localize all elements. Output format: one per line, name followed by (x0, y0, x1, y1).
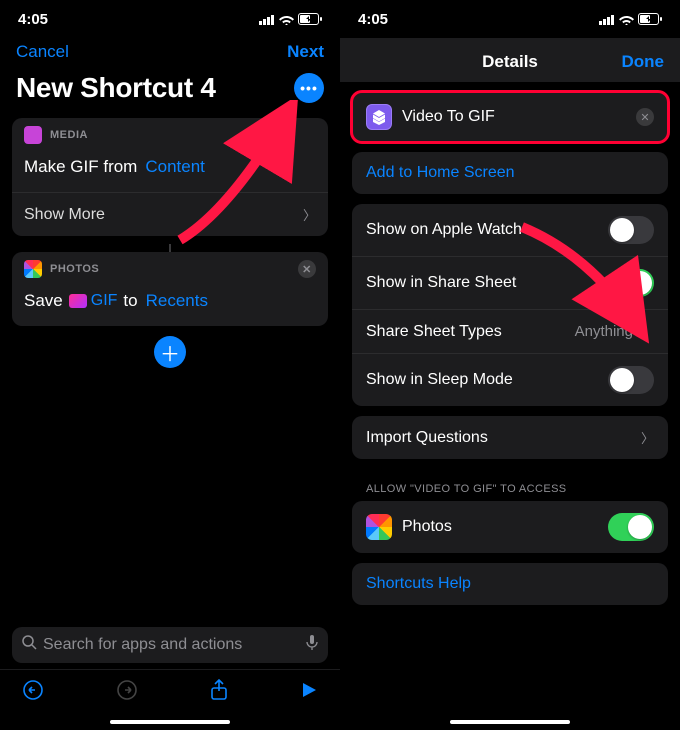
row-label: Photos (402, 518, 452, 536)
more-button[interactable]: ••• (294, 73, 324, 103)
add-to-home-screen-button[interactable]: Add to Home Screen (352, 152, 668, 194)
status-icons (259, 13, 322, 25)
share-button[interactable] (210, 679, 228, 707)
help-section: Shortcuts Help (352, 563, 668, 605)
apple-watch-row: Show on Apple Watch (352, 204, 668, 256)
share-sheet-types-row[interactable]: Share Sheet Types Anything 〉 (352, 309, 668, 353)
chevron-right-icon: 〉 (303, 205, 316, 224)
access-section: Photos (352, 501, 668, 553)
card-header: PHOTOS ✕ (12, 252, 328, 282)
gif-label: GIF (91, 292, 118, 310)
status-bar: 4:05 (0, 0, 340, 38)
editor-nav: Cancel Next (0, 38, 340, 72)
import-questions-row[interactable]: Import Questions 〉 (352, 416, 668, 459)
plus-icon: ＋ (160, 338, 180, 367)
photos-access-row: Photos (352, 501, 668, 553)
cancel-button[interactable]: Cancel (16, 42, 69, 62)
actions-list: MEDIA Make GIF from Content Show More 〉 … (0, 118, 340, 627)
home-indicator[interactable] (110, 720, 230, 724)
title-row: New Shortcut 4 ••• (0, 72, 340, 118)
search-placeholder: Search for apps and actions (43, 636, 242, 654)
sleep-mode-row: Show in Sleep Mode (352, 353, 668, 406)
status-bar: 4:05 (340, 0, 680, 38)
apple-watch-toggle[interactable] (608, 216, 654, 244)
clear-name-button[interactable]: ✕ (636, 108, 654, 126)
details-content: Video To GIF ✕ Add to Home Screen Show o… (340, 82, 680, 715)
shortcut-icon[interactable] (366, 104, 392, 130)
status-icons (599, 13, 662, 25)
gif-badge-icon (69, 294, 87, 308)
done-button[interactable]: Done (616, 52, 664, 72)
search-icon (22, 635, 37, 655)
undo-button[interactable] (22, 679, 44, 707)
share-sheet-row: Show in Share Sheet (352, 256, 668, 309)
redo-button (116, 679, 138, 707)
show-more-label: Show More (24, 206, 105, 224)
add-action-button[interactable]: ＋ (154, 336, 186, 368)
row-label: Show on Apple Watch (366, 221, 522, 239)
action-text: Make GIF from (24, 157, 137, 177)
card-category: PHOTOS (50, 263, 99, 275)
next-button[interactable]: Next (287, 42, 324, 62)
variable-token-gif[interactable]: GIF (69, 292, 118, 310)
photos-app-icon (24, 260, 42, 278)
delete-action-button[interactable]: ✕ (298, 260, 316, 278)
home-screen-section: Add to Home Screen (352, 152, 668, 194)
shortcut-title[interactable]: New Shortcut 4 (16, 72, 216, 104)
row-label: Import Questions (366, 429, 488, 447)
shortcut-editor-screen: 4:05 Cancel Next New Shortcut 4 ••• MEDI… (0, 0, 340, 730)
status-time: 4:05 (358, 11, 388, 28)
access-header: ALLOW "VIDEO TO GIF" TO ACCESS (352, 469, 668, 499)
shortcut-details-screen: 4:05 Details Done Video To GIF ✕ Add to … (340, 0, 680, 730)
variable-token-content[interactable]: Content (143, 154, 207, 180)
row-label: Show in Sleep Mode (366, 371, 513, 389)
action-text: to (123, 291, 137, 311)
variable-token-recents[interactable]: Recents (144, 288, 210, 314)
shortcut-name-row[interactable]: Video To GIF ✕ (352, 92, 668, 142)
ellipsis-icon: ••• (300, 80, 318, 96)
mic-icon[interactable] (306, 635, 318, 656)
sleep-mode-toggle[interactable] (608, 366, 654, 394)
row-label: Show in Share Sheet (366, 274, 516, 292)
search-input[interactable]: Search for apps and actions (12, 627, 328, 663)
card-header: MEDIA (12, 118, 328, 148)
shortcuts-help-button[interactable]: Shortcuts Help (352, 563, 668, 605)
import-section: Import Questions 〉 (352, 416, 668, 459)
row-value: Anything (575, 323, 633, 340)
action-card-photos[interactable]: PHOTOS ✕ Save GIF to Recents (12, 252, 328, 326)
home-indicator[interactable] (450, 720, 570, 724)
photos-icon (366, 514, 392, 540)
action-card-media[interactable]: MEDIA Make GIF from Content Show More 〉 (12, 118, 328, 236)
run-button[interactable] (300, 681, 318, 705)
visibility-section: Show on Apple Watch Show in Share Sheet … (352, 204, 668, 406)
row-label: Shortcuts Help (366, 575, 471, 593)
row-label: Add to Home Screen (366, 164, 515, 182)
shortcut-name-field[interactable]: Video To GIF (402, 108, 495, 126)
nav-title: Details (482, 52, 538, 72)
card-category: MEDIA (50, 129, 88, 141)
chevron-right-icon: 〉 (641, 428, 654, 447)
details-nav: Details Done (340, 38, 680, 82)
chevron-right-icon: 〉 (641, 322, 654, 341)
shortcut-name-section: Video To GIF ✕ (352, 92, 668, 142)
action-text: Save (24, 291, 63, 311)
action-connector (12, 244, 328, 252)
show-more-row[interactable]: Show More 〉 (12, 192, 328, 236)
photos-access-toggle[interactable] (608, 513, 654, 541)
status-time: 4:05 (18, 11, 48, 28)
share-sheet-toggle[interactable] (608, 269, 654, 297)
media-app-icon (24, 126, 42, 144)
row-label: Share Sheet Types (366, 323, 502, 341)
bottom-toolbar (0, 669, 340, 715)
